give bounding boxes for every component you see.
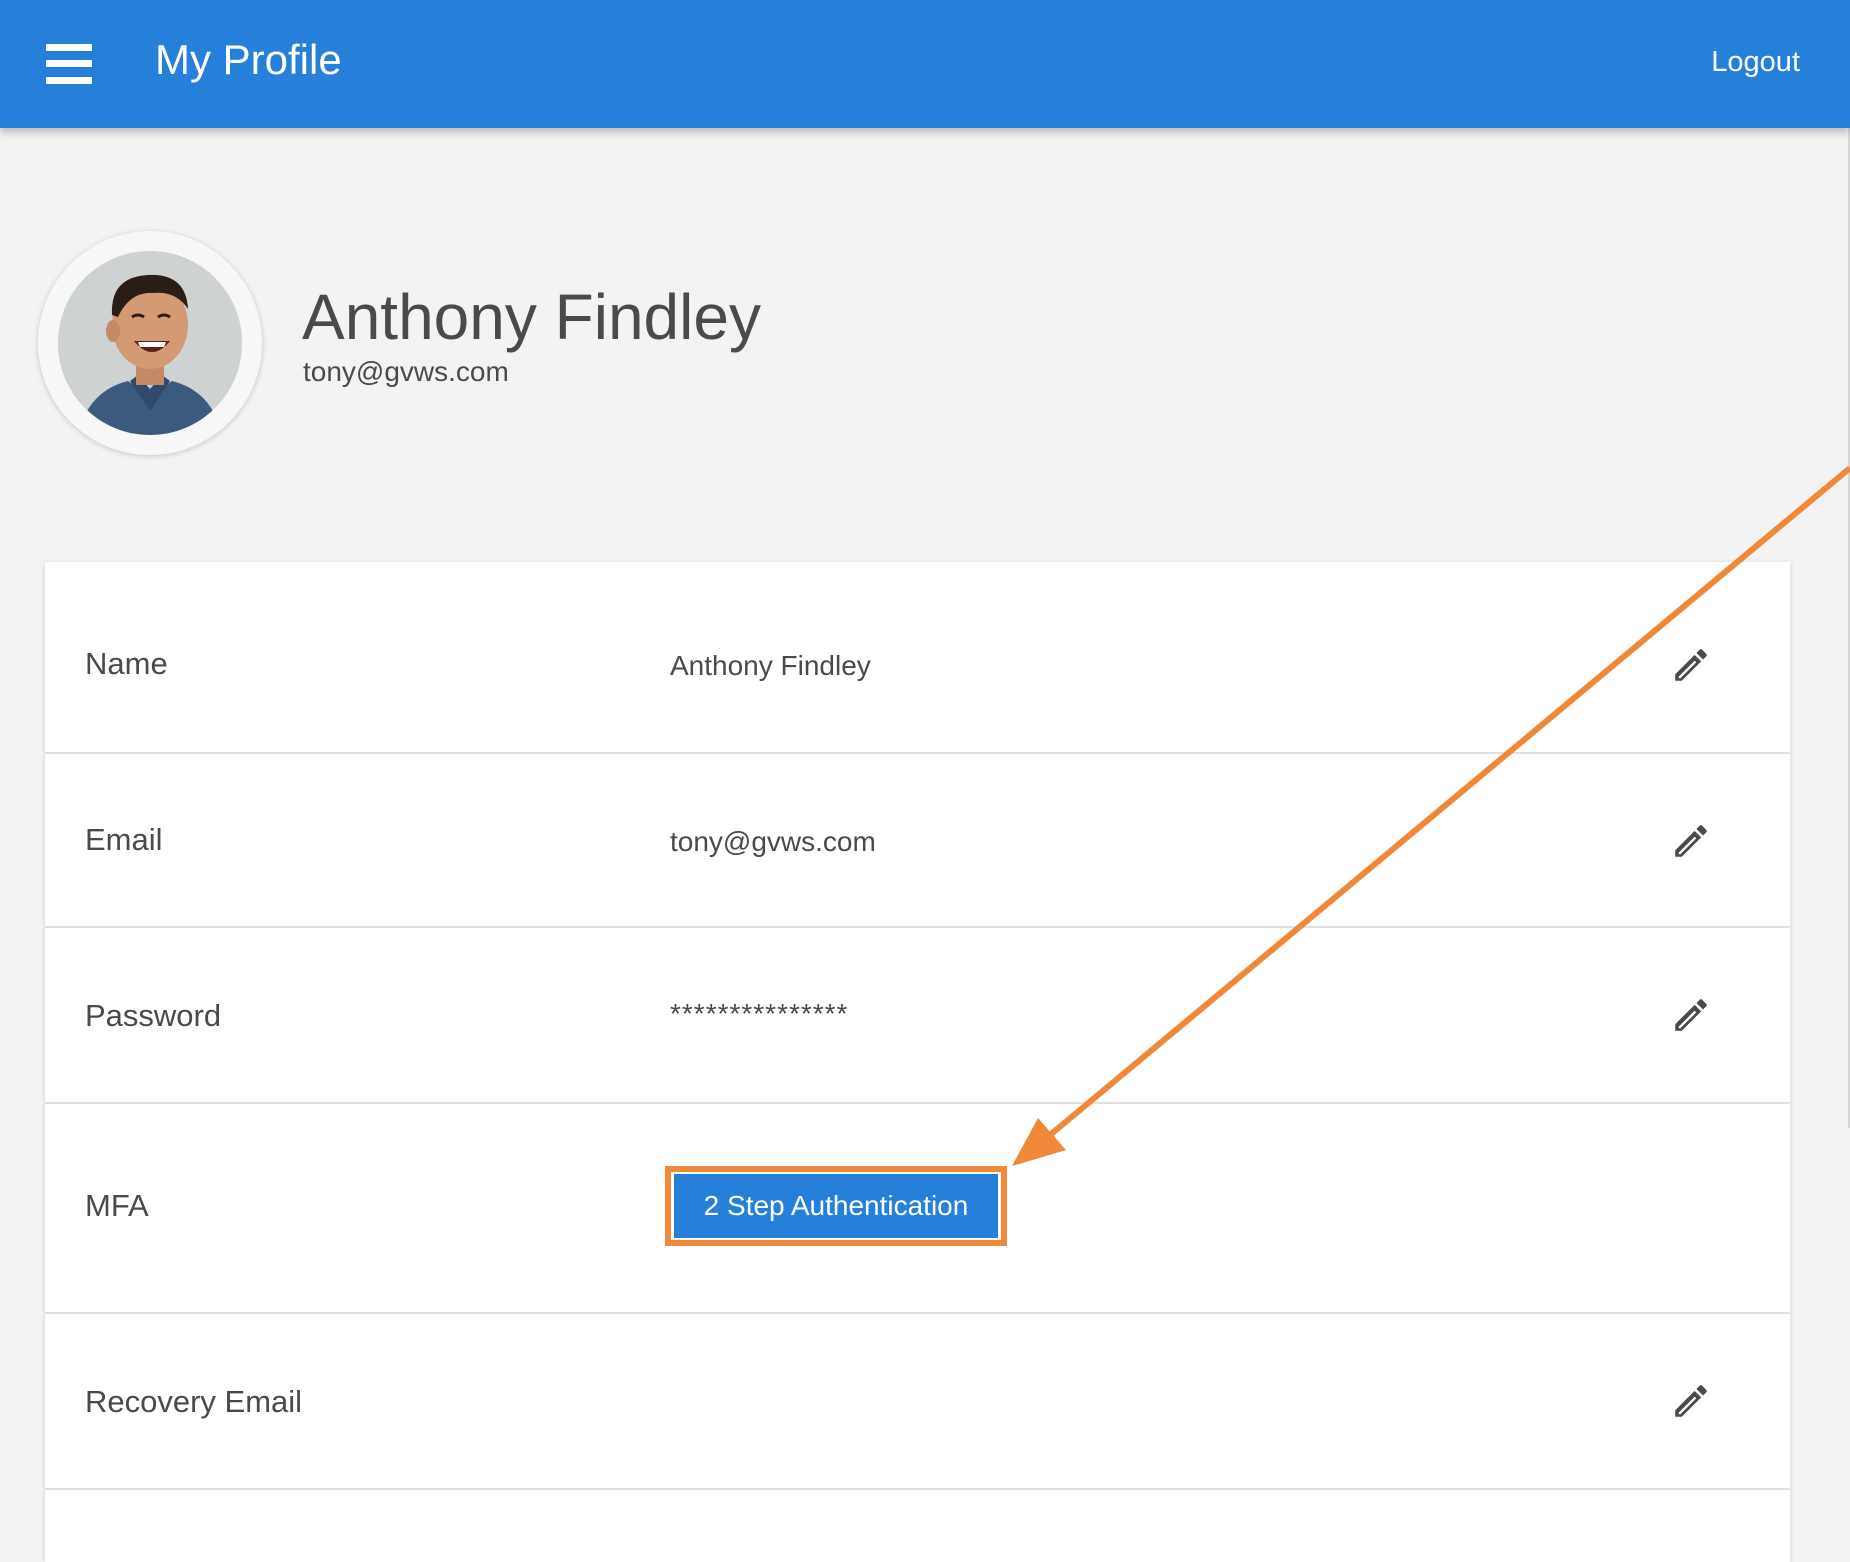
top-app-bar: My Profile Logout bbox=[0, 0, 1850, 128]
avatar-photo bbox=[58, 251, 242, 435]
field-label: Recovery Email bbox=[85, 1384, 303, 1419]
profile-name: Anthony Findley bbox=[302, 281, 761, 353]
logout-button[interactable]: Logout bbox=[1711, 46, 1800, 79]
profile-email: tony@gvws.com bbox=[303, 356, 509, 387]
field-value: tony@gvws.com bbox=[670, 826, 876, 857]
avatar bbox=[38, 231, 262, 455]
field-value: Anthony Findley bbox=[670, 650, 871, 681]
pencil-icon[interactable] bbox=[1670, 820, 1712, 862]
field-value: *************** bbox=[670, 998, 849, 1029]
field-row-recovery-email: Recovery Email bbox=[45, 1314, 1790, 1490]
profile-details-card: Name Anthony Findley Email tony@gvws.com… bbox=[45, 562, 1790, 1562]
pencil-icon[interactable] bbox=[1670, 994, 1712, 1036]
two-step-authentication-button[interactable]: 2 Step Authentication bbox=[674, 1174, 998, 1238]
pencil-icon[interactable] bbox=[1670, 644, 1712, 686]
field-row-password: Password *************** bbox=[45, 928, 1790, 1104]
field-row-name: Name Anthony Findley bbox=[45, 562, 1790, 754]
page-title: My Profile bbox=[155, 36, 342, 83]
field-row-email: Email tony@gvws.com bbox=[45, 752, 1790, 928]
field-label: Email bbox=[85, 822, 163, 857]
field-label: Name bbox=[85, 646, 168, 681]
field-label: Password bbox=[85, 998, 222, 1033]
pencil-icon[interactable] bbox=[1670, 1380, 1712, 1422]
field-label: MFA bbox=[85, 1188, 149, 1223]
hamburger-menu-icon[interactable] bbox=[46, 44, 92, 84]
